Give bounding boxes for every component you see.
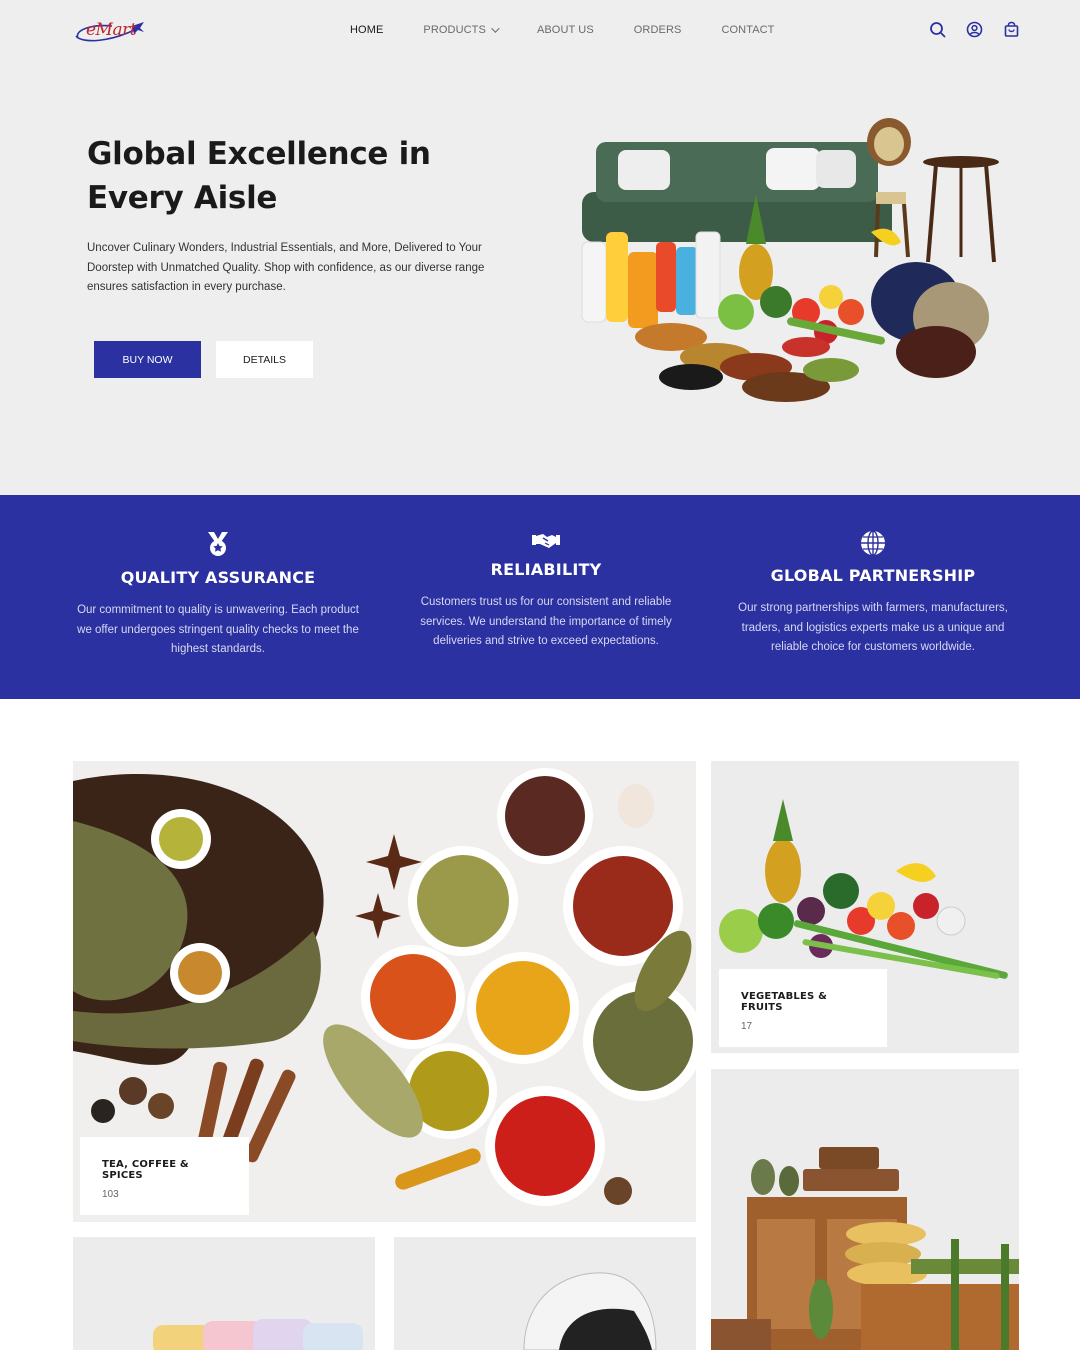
search-icon[interactable] bbox=[929, 21, 946, 38]
feature-title: QUALITY ASSURANCE bbox=[120, 568, 316, 587]
hero-products-image bbox=[581, 118, 999, 402]
category-card-tea-coffee-spices[interactable]: TEA, COFFEE & SPICES 103 bbox=[80, 1137, 249, 1215]
chevron-down-icon bbox=[491, 24, 500, 33]
hero-title: Global Excellence in Every Aisle bbox=[87, 136, 431, 216]
header-actions bbox=[929, 21, 1020, 38]
category-name: TEA, COFFEE & SPICES bbox=[102, 1159, 189, 1181]
feature-text: Our strong partnerships with farmers, ma… bbox=[738, 602, 1008, 653]
nav-products-label: PRODUCTS bbox=[423, 24, 486, 36]
bag-icon[interactable] bbox=[1003, 21, 1020, 38]
feature-text: Our commitment to quality is unwavering.… bbox=[77, 604, 359, 655]
nav-about-us[interactable]: ABOUT US bbox=[537, 24, 594, 36]
features-band: QUALITY ASSURANCE Our commitment to qual… bbox=[0, 495, 1080, 699]
category-count: 17 bbox=[741, 1021, 753, 1032]
feature-title: GLOBAL PARTNERSHIP bbox=[770, 566, 976, 585]
handshake-icon bbox=[532, 534, 560, 548]
category-card-vegetables-fruits[interactable]: VEGETABLES & FRUITS 17 bbox=[719, 969, 887, 1047]
category-tile-tea-coffee-spices[interactable]: TEA, COFFEE & SPICES 103 bbox=[73, 761, 696, 1222]
category-tile-textiles[interactable] bbox=[73, 1237, 375, 1350]
medal-icon bbox=[208, 532, 228, 556]
logo-wordmark: eMart bbox=[86, 20, 137, 40]
helmet-image bbox=[394, 1237, 696, 1350]
textiles-image bbox=[73, 1237, 375, 1350]
feature-text: Customers trust us for our consistent an… bbox=[420, 596, 672, 647]
category-name: VEGETABLES & FRUITS bbox=[741, 991, 828, 1013]
user-icon[interactable] bbox=[966, 21, 983, 38]
buy-now-button[interactable]: BUY NOW bbox=[94, 341, 201, 378]
nav-contact[interactable]: CONTACT bbox=[721, 24, 774, 36]
furniture-decor-image bbox=[711, 1069, 1019, 1350]
category-tile-furniture[interactable] bbox=[711, 1069, 1019, 1350]
emart-logo[interactable]: eMart bbox=[72, 16, 150, 46]
hero-section: Global Excellence in Every Aisle Uncover… bbox=[0, 62, 1080, 495]
feature-quality-assurance: QUALITY ASSURANCE Our commitment to qual… bbox=[72, 530, 364, 660]
feature-global-partnership: GLOBAL PARTNERSHIP Our strong partnershi… bbox=[730, 530, 1016, 658]
details-button[interactable]: DETAILS bbox=[216, 341, 313, 378]
nav-home[interactable]: HOME bbox=[350, 24, 383, 36]
feature-reliability: RELIABILITY Customers trust us for our c… bbox=[410, 532, 682, 652]
category-tile-helmets[interactable] bbox=[394, 1237, 696, 1350]
site-header: eMart HOME PRODUCTS ABOUT US ORDERS CONT… bbox=[0, 0, 1080, 62]
feature-title: RELIABILITY bbox=[490, 560, 602, 579]
main-nav: HOME PRODUCTS ABOUT US ORDERS CONTACT bbox=[350, 24, 815, 36]
hero-description: Uncover Culinary Wonders, Industrial Ess… bbox=[87, 242, 485, 293]
nav-orders[interactable]: ORDERS bbox=[634, 24, 682, 36]
category-tile-vegetables-fruits[interactable]: VEGETABLES & FRUITS 17 bbox=[711, 761, 1019, 1053]
nav-products[interactable]: PRODUCTS bbox=[423, 24, 500, 36]
globe-icon bbox=[861, 530, 885, 556]
category-count: 103 bbox=[102, 1189, 119, 1200]
